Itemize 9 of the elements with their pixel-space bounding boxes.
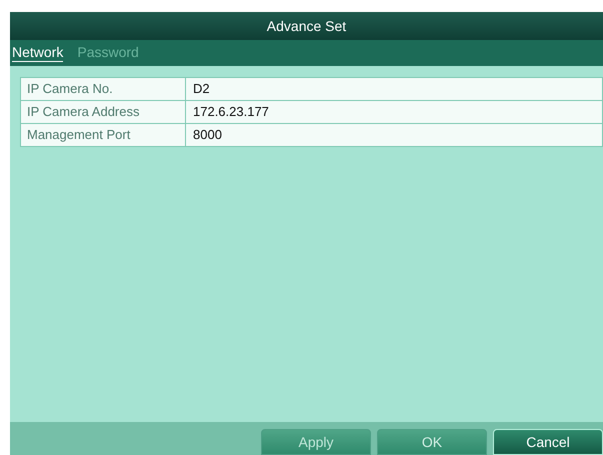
field-label: IP Camera Address xyxy=(21,101,186,124)
input-field[interactable]: 8000 xyxy=(186,124,602,147)
dialog-button[interactable]: Cancel xyxy=(493,429,603,455)
input-field[interactable]: 172.6.23.177 xyxy=(186,101,602,124)
field-label: Management Port xyxy=(21,124,186,147)
tab[interactable]: Network xyxy=(12,44,64,62)
field-label: IP Camera No. xyxy=(21,78,186,101)
window-title: Advance Set xyxy=(10,12,603,40)
input-field[interactable]: D2 xyxy=(186,78,602,101)
